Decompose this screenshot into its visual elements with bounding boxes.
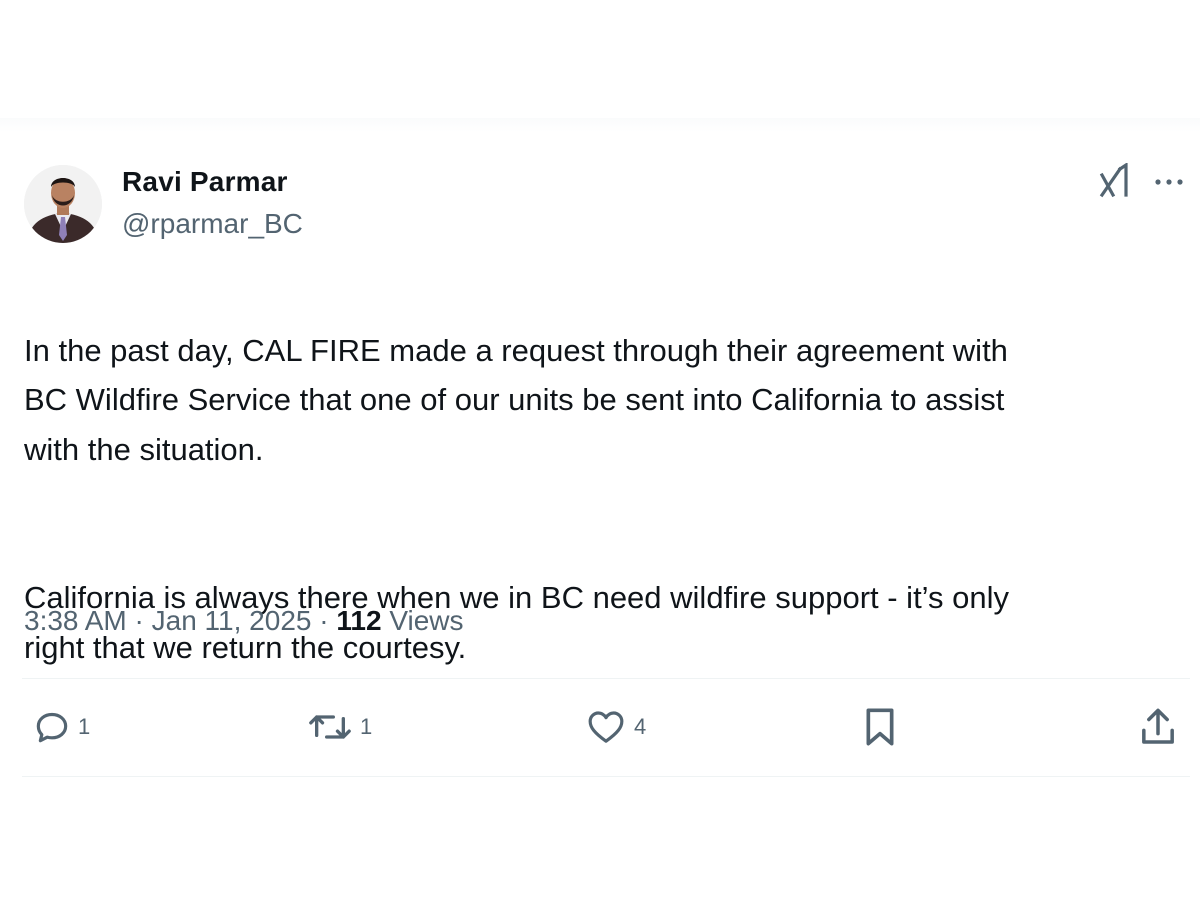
divider-bottom xyxy=(22,776,1190,777)
meta-separator: · xyxy=(134,605,144,636)
like-button[interactable]: 4 xyxy=(584,703,646,751)
tweet-paragraph: In the past day, CAL FIRE made a request… xyxy=(24,332,1008,467)
tweet-time[interactable]: 3:38 AM xyxy=(24,605,127,636)
tweet-date[interactable]: Jan 11, 2025 xyxy=(152,605,312,636)
more-icon[interactable] xyxy=(1152,170,1188,194)
avatar[interactable] xyxy=(24,165,102,243)
tweet-text: In the past day, CAL FIRE made a request… xyxy=(24,276,1184,722)
views-label: Views xyxy=(389,605,464,636)
views-count[interactable]: 112 xyxy=(336,605,381,636)
like-count: 4 xyxy=(634,714,647,739)
bookmark-button[interactable] xyxy=(860,703,900,751)
tweet-card: Ravi Parmar @rparmar_BC In the past day,… xyxy=(0,0,1200,900)
repost-button[interactable]: 1 xyxy=(306,703,372,751)
tweet-meta: 3:38 AM · Jan 11, 2025 · 112 Views xyxy=(24,605,464,637)
reply-button[interactable]: 1 xyxy=(32,703,90,751)
repost-count: 1 xyxy=(360,714,373,739)
author-display-name[interactable]: Ravi Parmar xyxy=(122,166,288,198)
reply-icon xyxy=(36,712,68,743)
author-handle[interactable]: @rparmar_BC xyxy=(122,208,303,240)
top-fade xyxy=(0,118,1200,132)
share-button[interactable] xyxy=(1138,703,1178,751)
heart-icon xyxy=(588,711,624,743)
divider-top xyxy=(22,678,1190,679)
reply-count: 1 xyxy=(78,714,91,739)
bookmark-icon xyxy=(866,708,894,746)
share-icon xyxy=(1142,708,1174,744)
grok-icon[interactable] xyxy=(1098,162,1134,199)
repost-icon xyxy=(309,715,351,739)
meta-separator: · xyxy=(319,605,329,636)
